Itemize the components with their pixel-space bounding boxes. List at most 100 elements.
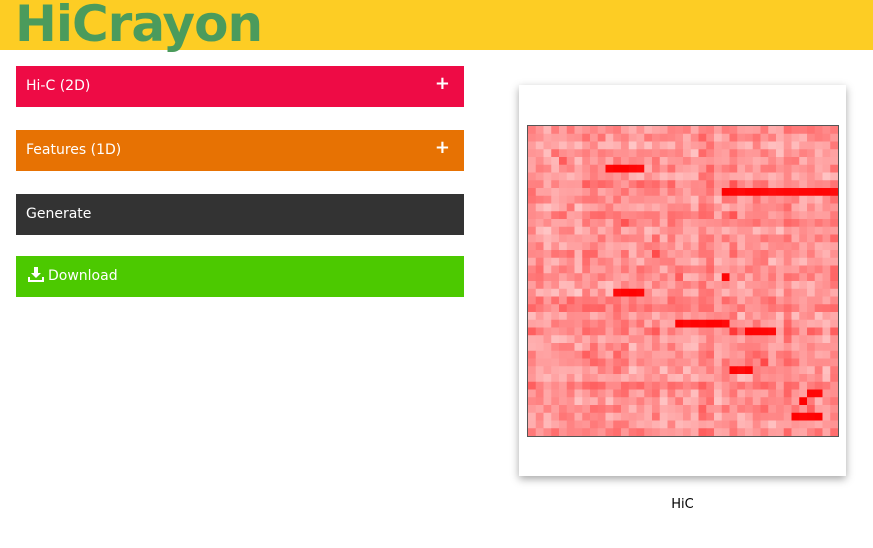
heatmap-cell (535, 172, 544, 181)
heatmap-cell (768, 141, 777, 150)
heatmap-cell (814, 149, 823, 158)
heatmap-cell (690, 273, 699, 282)
heatmap-cell (675, 343, 684, 352)
heatmap-cell (814, 374, 823, 383)
heatmap-cell (574, 250, 583, 259)
heatmap-cell (543, 358, 552, 367)
heatmap-cell (799, 374, 808, 383)
heatmap-cell (830, 288, 838, 297)
heatmap-cell (799, 304, 808, 313)
heatmap-cell (737, 327, 746, 336)
heatmap-cell (621, 358, 630, 367)
heatmap-cell (721, 257, 730, 266)
heatmap-cell (582, 133, 591, 142)
heatmap-cell (752, 265, 761, 274)
heatmap-cell (551, 141, 560, 150)
heatmap-cell (729, 350, 738, 359)
heatmap-cell (714, 242, 723, 251)
heatmap-cell (582, 195, 591, 204)
heatmap-cell (830, 281, 838, 290)
heatmap-cell (791, 273, 800, 282)
heatmap-cell (768, 149, 777, 158)
heatmap-cell (783, 149, 792, 158)
heatmap-cell (791, 133, 800, 142)
heatmap-cell (566, 157, 575, 166)
heatmap-cell (822, 288, 831, 297)
heatmap-cell (613, 180, 622, 189)
heatmap-cell (760, 188, 769, 197)
heatmap-cell (582, 397, 591, 406)
heatmap-cell (776, 296, 785, 305)
generate-button[interactable]: Generate (16, 194, 464, 235)
heatmap-cell (822, 405, 831, 414)
heatmap-cell (721, 250, 730, 259)
heatmap-cell (799, 420, 808, 429)
heatmap-cell (683, 366, 692, 375)
heatmap-cell (729, 420, 738, 429)
heatmap-cell (799, 428, 808, 436)
heatmap-cell (644, 304, 653, 313)
heatmap-cell (582, 312, 591, 321)
heatmap-cell (667, 203, 676, 212)
heatmap-cell (822, 273, 831, 282)
download-button[interactable]: Download (16, 256, 464, 297)
heatmap-cell (791, 188, 800, 197)
heatmap-cell (768, 343, 777, 352)
heatmap-cell (706, 350, 715, 359)
heatmap-cell (760, 226, 769, 235)
heatmap-cell (628, 195, 637, 204)
heatmap-cell (644, 172, 653, 181)
heatmap-cell (559, 180, 568, 189)
heatmap-cell (814, 265, 823, 274)
heatmap-cell (683, 149, 692, 158)
heatmap-cell (822, 257, 831, 266)
heatmap-cell (783, 188, 792, 197)
heatmap-cell (760, 304, 769, 313)
heatmap-cell (760, 343, 769, 352)
heatmap-cell (822, 327, 831, 336)
heatmap-cell (683, 358, 692, 367)
heatmap-cell (543, 250, 552, 259)
heatmap-cell (752, 296, 761, 305)
heatmap-cell (605, 296, 614, 305)
heatmap-cell (776, 397, 785, 406)
heatmap-cell (613, 366, 622, 375)
heatmap-cell (706, 234, 715, 243)
heatmap-cell (737, 288, 746, 297)
heatmap-cell (783, 219, 792, 228)
heatmap-cell (752, 219, 761, 228)
heatmap-cell (535, 405, 544, 414)
heatmap-cell (535, 149, 544, 158)
expand-plus-icon[interactable]: + (435, 127, 450, 168)
heatmap-cell (535, 304, 544, 313)
heatmap-cell (683, 350, 692, 359)
heatmap-cell (628, 374, 637, 383)
heatmap-cell (714, 412, 723, 421)
heatmap-cell (636, 149, 645, 158)
heatmap-cell (644, 389, 653, 398)
heatmap-cell (543, 343, 552, 352)
heatmap-cell (698, 428, 707, 436)
heatmap-cell (698, 343, 707, 352)
heatmap-cell (745, 257, 754, 266)
heatmap-cell (814, 420, 823, 429)
heatmap-cell (698, 288, 707, 297)
heatmap-cell (745, 304, 754, 313)
hic-2d-accordion[interactable]: Hi-C (2D) + (16, 66, 464, 107)
heatmap-cell (636, 350, 645, 359)
heatmap-cell (597, 281, 606, 290)
heatmap-cell (652, 296, 661, 305)
heatmap-cell (683, 389, 692, 398)
heatmap-cell (582, 374, 591, 383)
heatmap-cell (628, 157, 637, 166)
heatmap-cell (752, 226, 761, 235)
heatmap-cell (799, 273, 808, 282)
expand-plus-icon[interactable]: + (435, 63, 450, 104)
heatmap-cell (543, 180, 552, 189)
heatmap-cell (690, 350, 699, 359)
heatmap-cell (768, 164, 777, 173)
features-1d-accordion[interactable]: Features (1D) + (16, 130, 464, 171)
heatmap-cell (574, 405, 583, 414)
heatmap-cell (528, 172, 537, 181)
heatmap-cell (729, 296, 738, 305)
